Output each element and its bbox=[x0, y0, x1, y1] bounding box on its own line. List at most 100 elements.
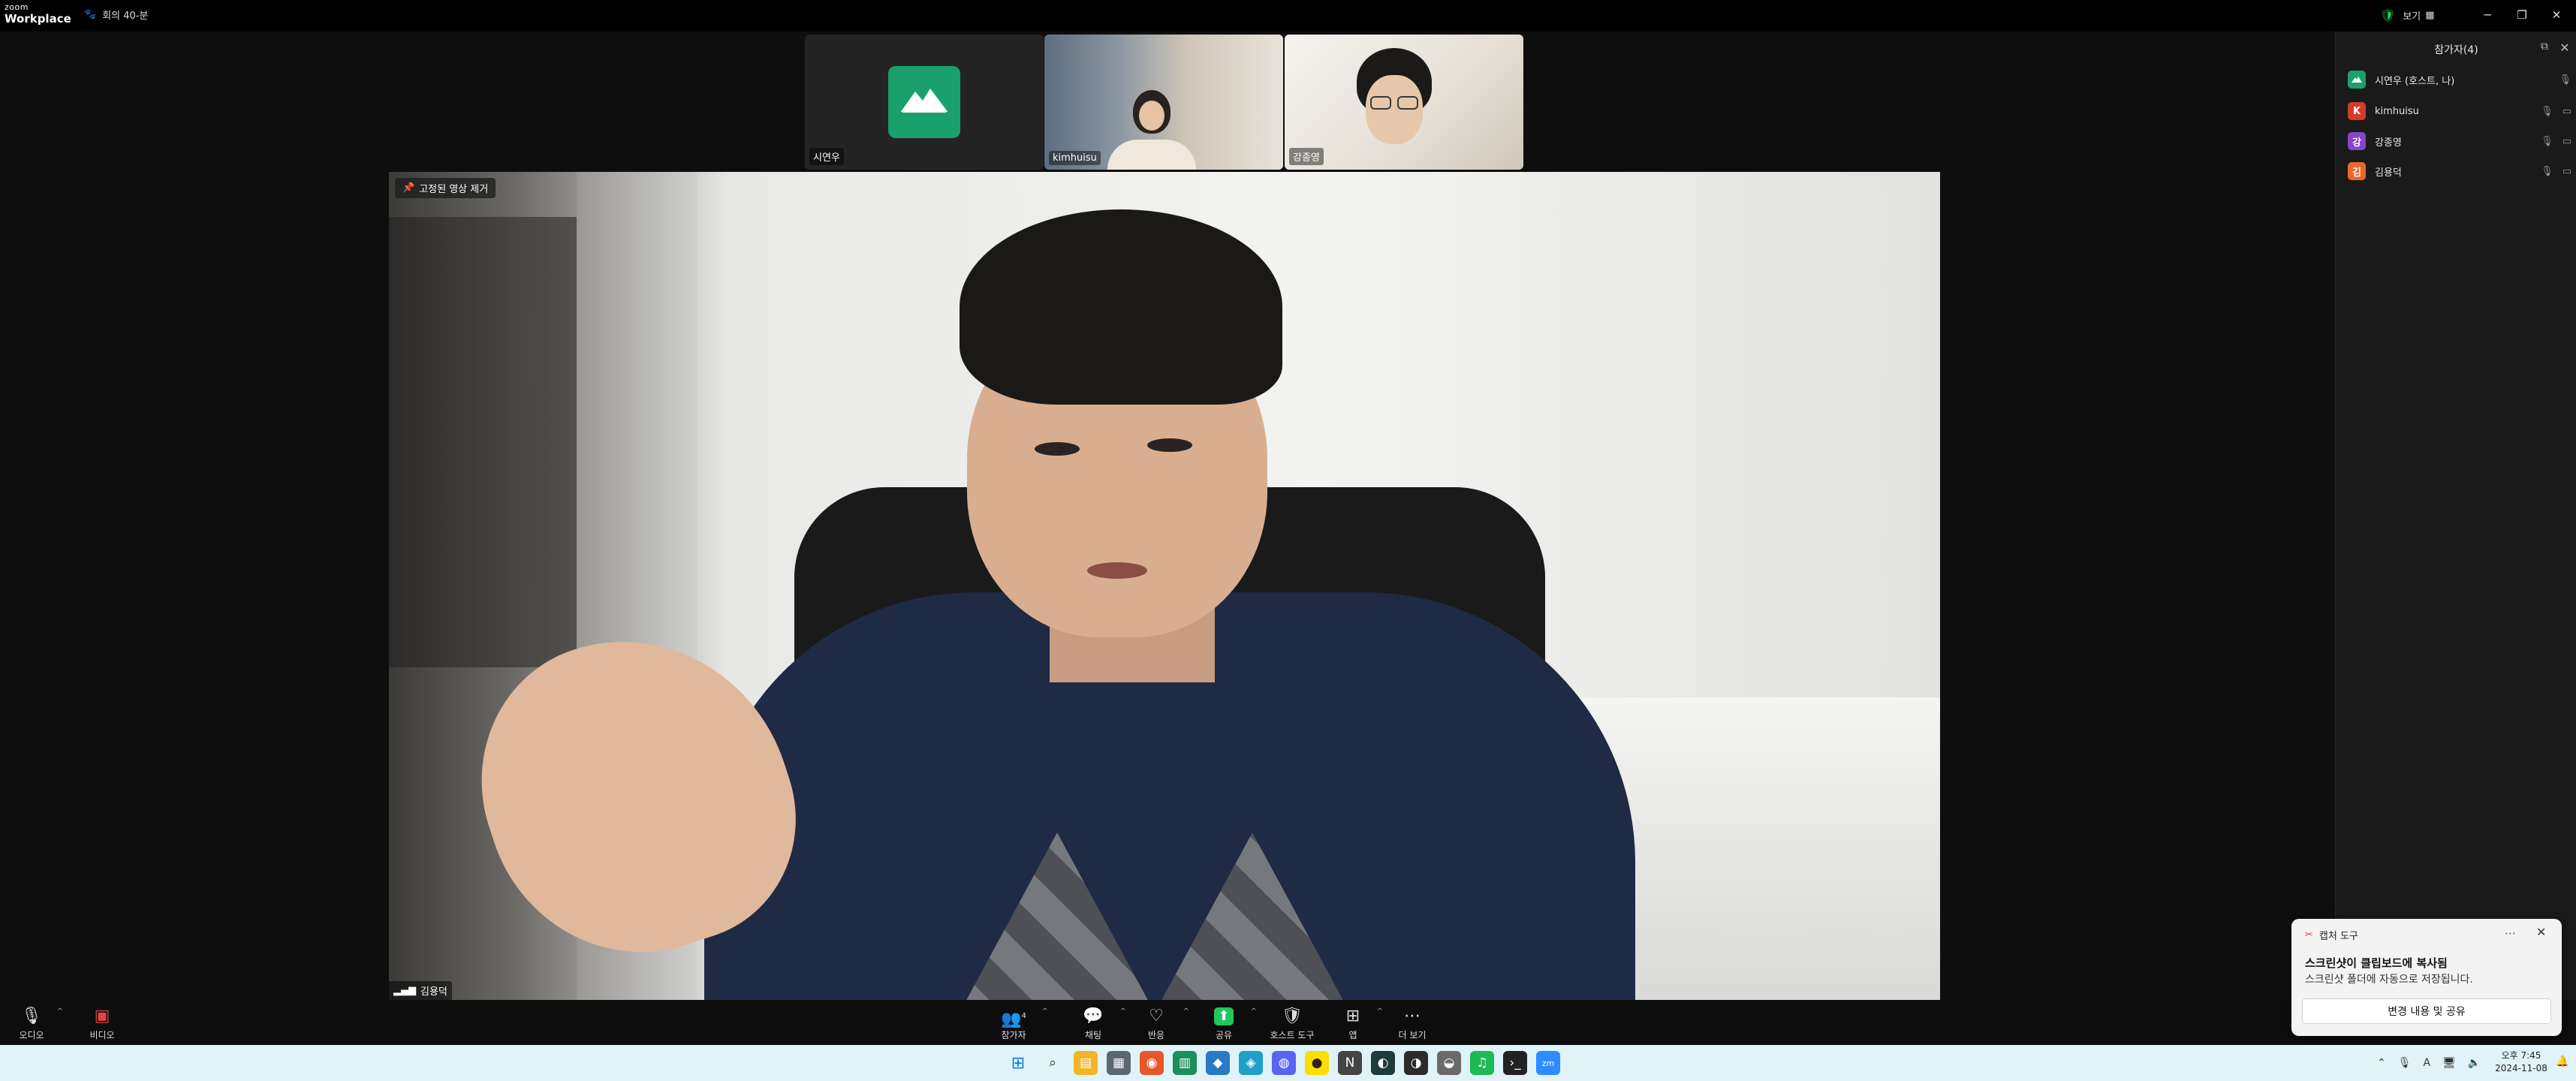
chevron-up-icon[interactable]: ^ bbox=[57, 1007, 63, 1016]
notification-app-name: 캡처 도구 bbox=[2318, 931, 2358, 942]
react-label: 반응 bbox=[1147, 1029, 1165, 1040]
speaker-mouth bbox=[1087, 562, 1147, 579]
heart-icon: ♡ bbox=[1149, 1006, 1164, 1025]
participants-button[interactable]: 👥4 참가자 ^ bbox=[993, 1006, 1048, 1042]
chevron-up-icon[interactable]: ^ bbox=[1042, 1007, 1048, 1016]
share-screen-icon: ⬆ bbox=[1214, 1007, 1234, 1025]
restore-button[interactable]: ❐ bbox=[2505, 3, 2539, 27]
notion-icon[interactable]: N bbox=[1338, 1051, 1362, 1075]
spotify-icon[interactable]: ♫ bbox=[1470, 1051, 1494, 1075]
more-button[interactable]: ⋯ 더 보기 bbox=[1390, 1006, 1434, 1042]
zoom-taskbar-icon[interactable]: zm bbox=[1536, 1051, 1560, 1075]
paw-icon: 🐾 bbox=[84, 8, 97, 20]
snipping-tool-icon: ✂ bbox=[2305, 929, 2313, 941]
close-panel-icon[interactable]: ✕ bbox=[2557, 41, 2572, 56]
apps-icon: ⊞ bbox=[1345, 1006, 1360, 1025]
share-button[interactable]: ⬆ 공유 ^ bbox=[1204, 1006, 1257, 1042]
logo-big-text: Workplace bbox=[5, 12, 71, 26]
vscode-icon[interactable]: ◆ bbox=[1206, 1051, 1230, 1075]
windows-start-icon[interactable]: ⊞ bbox=[1006, 1051, 1030, 1075]
participant-name: 강종영 bbox=[2375, 137, 2402, 149]
search-icon[interactable]: ⌕ bbox=[1041, 1051, 1065, 1075]
shield-check-icon[interactable]: 🛡 bbox=[2380, 8, 2395, 23]
popout-icon[interactable]: ⧉ bbox=[2537, 41, 2552, 56]
participant-avatar: 김 bbox=[2348, 162, 2366, 180]
notification-bell-icon[interactable]: 🔔 bbox=[2556, 1055, 2568, 1067]
remove-pinned-video-badge[interactable]: 📌 고정된 영상 제거 bbox=[395, 178, 496, 198]
taskbar-clock[interactable]: 오후 7:45 2024-11-08 bbox=[2491, 1049, 2551, 1075]
chevron-up-icon[interactable]: ^ bbox=[1183, 1007, 1189, 1016]
camera-icon[interactable]: ▭ bbox=[2562, 136, 2571, 147]
participant-row[interactable]: 김 김용덕 🎙 ▭ bbox=[2348, 159, 2571, 183]
title-bar: zoom Workplace 🐾 회의 40-분 🛡 보기 ▦ ─ ❐ ✕ bbox=[0, 0, 2576, 32]
participants-label: 참가자 bbox=[1001, 1029, 1026, 1040]
participant-row[interactable]: 강 강종영 🎙 ▭ bbox=[2348, 129, 2571, 153]
meeting-timer[interactable]: 🐾 회의 40-분 bbox=[84, 6, 148, 23]
react-button[interactable]: ♡ 반응 ^ bbox=[1137, 1006, 1189, 1042]
shield-icon: 🛡 bbox=[1282, 1006, 1303, 1025]
app-icon[interactable]: ◑ bbox=[1404, 1051, 1428, 1075]
view-label: 보기 bbox=[2403, 11, 2421, 23]
terminal-icon[interactable]: ›_ bbox=[1503, 1051, 1527, 1075]
view-controls[interactable]: 🛡 보기 ▦ bbox=[2380, 5, 2435, 26]
file-explorer-icon[interactable]: ▤ bbox=[1074, 1051, 1098, 1075]
notification-title: 스크린샷이 클립보드에 복사됨 bbox=[2305, 956, 2448, 970]
microphone-icon[interactable]: 🎙 bbox=[2398, 1057, 2412, 1069]
microphone-icon: 🎙 bbox=[21, 1006, 42, 1025]
windows-taskbar: ⊞ ⌕ ▤ ▦ ◉ ▥ ◆ ◈ ◍ ● N ◐ ◑ ◒ ♫ ›_ zm ⌃ 🎙 … bbox=[0, 1045, 2576, 1081]
active-speaker-video[interactable]: 📌 고정된 영상 제거 ▂▄▆ 김용덕 bbox=[389, 172, 1940, 1000]
chevron-up-icon[interactable]: ^ bbox=[1120, 1007, 1126, 1016]
close-window-button[interactable]: ✕ bbox=[2539, 3, 2574, 27]
video-thumbnail[interactable]: 시연우 bbox=[805, 35, 1044, 170]
view-button[interactable]: 보기 ▦ bbox=[2403, 8, 2434, 23]
more-options-icon[interactable]: ⋯ bbox=[2505, 926, 2516, 940]
app-icon[interactable]: ◈ bbox=[1239, 1051, 1263, 1075]
discord-icon[interactable]: ◍ bbox=[1272, 1051, 1296, 1075]
video-thumbnail[interactable]: 강종영 bbox=[1285, 35, 1523, 170]
calculator-icon[interactable]: ▦ bbox=[1107, 1051, 1131, 1075]
zoom-workplace-logo: zoom Workplace bbox=[5, 3, 72, 29]
app-icon[interactable]: ◐ bbox=[1371, 1051, 1395, 1075]
edit-and-share-button[interactable]: 변경 내용 및 공유 bbox=[2302, 998, 2551, 1024]
camera-icon[interactable]: ▭ bbox=[2562, 166, 2571, 177]
screenshot-notification[interactable]: ✂ 캡처 도구 ⋯ ✕ 스크린샷이 클립보드에 복사됨 스크린샷 폴더에 자동으… bbox=[2291, 919, 2562, 1036]
network-icon[interactable]: 🖥 bbox=[2442, 1057, 2456, 1069]
microphone-icon[interactable]: 🎙 bbox=[2541, 136, 2553, 147]
close-icon[interactable]: ✕ bbox=[2536, 925, 2546, 939]
participant-row[interactable]: K kimhuisu 🎙 ▭ bbox=[2348, 99, 2571, 123]
microphone-icon[interactable]: 🎙 bbox=[2559, 74, 2571, 86]
video-button[interactable]: ▣ 비디오 bbox=[83, 1006, 122, 1042]
host-tools-button[interactable]: 🛡 호스트 도구 bbox=[1266, 1006, 1318, 1042]
participant-name: 시연우 (호스트, 나) bbox=[2375, 75, 2455, 87]
chat-icon: 💬 bbox=[1083, 1006, 1104, 1025]
video-thumbnail[interactable]: kimhuisu bbox=[1044, 35, 1283, 170]
kakaotalk-icon[interactable]: ● bbox=[1305, 1051, 1329, 1075]
chevron-up-icon[interactable]: ^ bbox=[1251, 1007, 1257, 1016]
video-off-icon: ▣ bbox=[94, 1006, 110, 1025]
ime-indicator[interactable]: A bbox=[2424, 1057, 2431, 1069]
microphone-icon[interactable]: 🎙 bbox=[2541, 106, 2553, 117]
chat-button[interactable]: 💬 채팅 ^ bbox=[1074, 1006, 1126, 1042]
audio-button[interactable]: 🎙 오디오 ^ bbox=[14, 1006, 63, 1042]
chevron-up-icon[interactable]: ⌃ bbox=[2377, 1057, 2386, 1069]
host-tools-label: 호스트 도구 bbox=[1270, 1029, 1315, 1040]
minimize-button[interactable]: ─ bbox=[2470, 3, 2505, 27]
participants-icon: 👥4 bbox=[1001, 1009, 1026, 1028]
grid-icon: ▦ bbox=[2425, 9, 2435, 21]
app-icon[interactable]: ◉ bbox=[1140, 1051, 1164, 1075]
signal-bars-icon: ▂▄▆ bbox=[393, 985, 416, 996]
participant-name: 김용덕 bbox=[2375, 167, 2402, 179]
app-icon[interactable]: ◒ bbox=[1437, 1051, 1461, 1075]
chevron-up-icon[interactable]: ^ bbox=[1377, 1007, 1383, 1016]
camera-icon[interactable]: ▭ bbox=[2562, 106, 2571, 117]
microphone-icon[interactable]: 🎙 bbox=[2541, 166, 2553, 177]
logo-small-text: zoom bbox=[5, 2, 29, 12]
volume-icon[interactable]: 🔈 bbox=[2468, 1057, 2481, 1069]
apps-button[interactable]: ⊞ 앱 ^ bbox=[1336, 1006, 1383, 1042]
speaker-hair bbox=[960, 209, 1282, 405]
speaker-name-label: ▂▄▆ 김용덕 bbox=[389, 981, 452, 1000]
spreadsheet-icon[interactable]: ▥ bbox=[1173, 1051, 1197, 1075]
participant-row[interactable]: 시연우 (호스트, 나) 🎙 bbox=[2348, 68, 2571, 92]
participants-count: 4 bbox=[1021, 1011, 1026, 1020]
more-icon: ⋯ bbox=[1404, 1006, 1421, 1025]
